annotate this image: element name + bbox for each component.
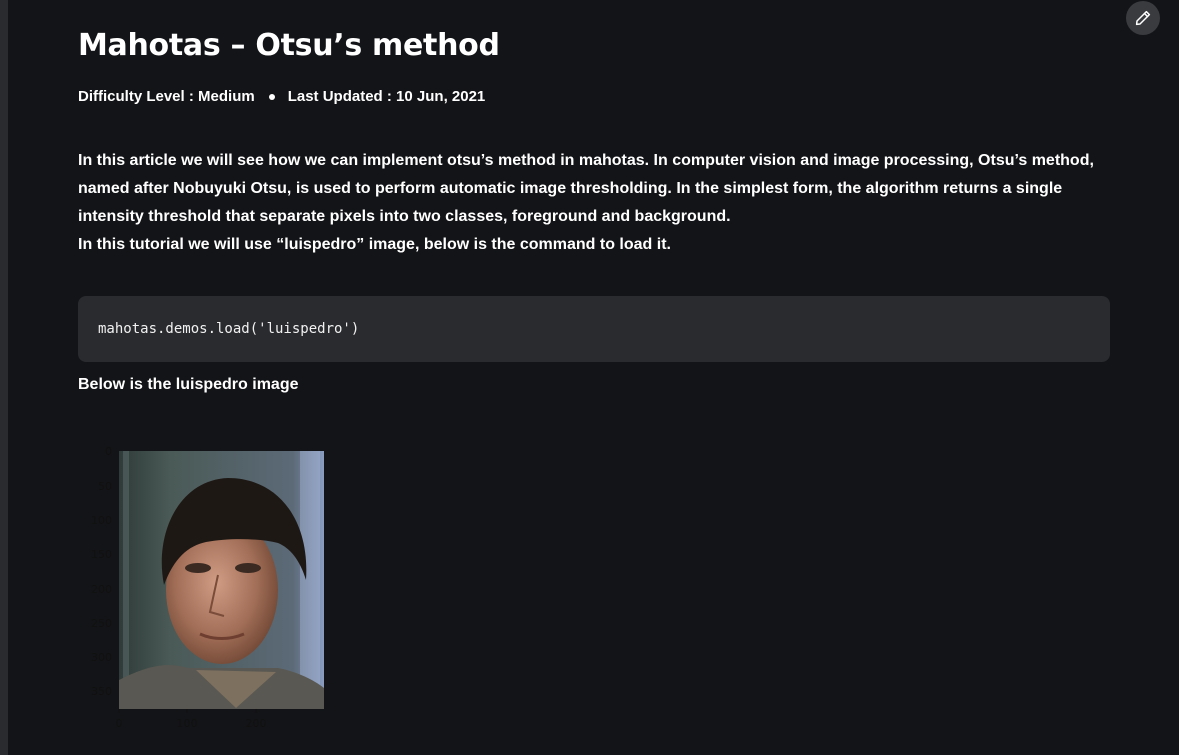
last-updated: Last Updated : 10 Jun, 2021 — [287, 88, 486, 105]
pencil-icon — [1135, 10, 1151, 26]
image-caption: Below is the luispedro image — [78, 376, 299, 393]
x-axis: 0 100 200 — [116, 709, 267, 730]
y-axis: 0 50 100 150 200 250 300 350 — [91, 445, 112, 698]
x-tick-label: 100 — [177, 717, 198, 730]
x-tick-label: 200 — [246, 717, 267, 730]
paragraph-line: In this article we will see how we can i… — [78, 152, 1094, 169]
luispedro-figure: 0 100 200 0 50 100 150 200 250 300 350 — [91, 445, 324, 730]
paragraph-line: named after Nobuyuki Otsu, is used to pe… — [78, 180, 1063, 197]
y-tick-label: 100 — [91, 514, 112, 527]
y-tick-label: 250 — [91, 617, 112, 630]
portrait-image — [119, 451, 324, 709]
y-tick-label: 200 — [91, 583, 112, 596]
y-tick-label: 50 — [98, 480, 112, 493]
code-block[interactable]: mahotas.demos.load('luispedro') — [78, 296, 1110, 362]
y-tick-label: 300 — [91, 651, 112, 664]
article-body: In this article we will see how we can i… — [78, 147, 1110, 259]
tutorial-paragraph: In this tutorial we will use “luispedro”… — [78, 236, 671, 253]
y-tick-label: 150 — [91, 548, 112, 561]
y-tick-label: 0 — [105, 445, 112, 458]
page-title: Mahotas – Otsu’s method — [78, 28, 500, 63]
separator-dot — [268, 93, 275, 100]
code-text[interactable]: mahotas.demos.load('luispedro') — [98, 321, 359, 337]
y-tick-label: 350 — [91, 685, 112, 698]
left-rail — [0, 0, 8, 755]
article-meta: Difficulty Level : Medium Last Updated :… — [78, 88, 485, 105]
x-tick-label: 0 — [116, 717, 123, 730]
paragraph-line: intensity threshold that separate pixels… — [78, 208, 731, 225]
edit-button[interactable] — [1126, 1, 1160, 35]
difficulty-level: Difficulty Level : Medium — [78, 88, 255, 105]
